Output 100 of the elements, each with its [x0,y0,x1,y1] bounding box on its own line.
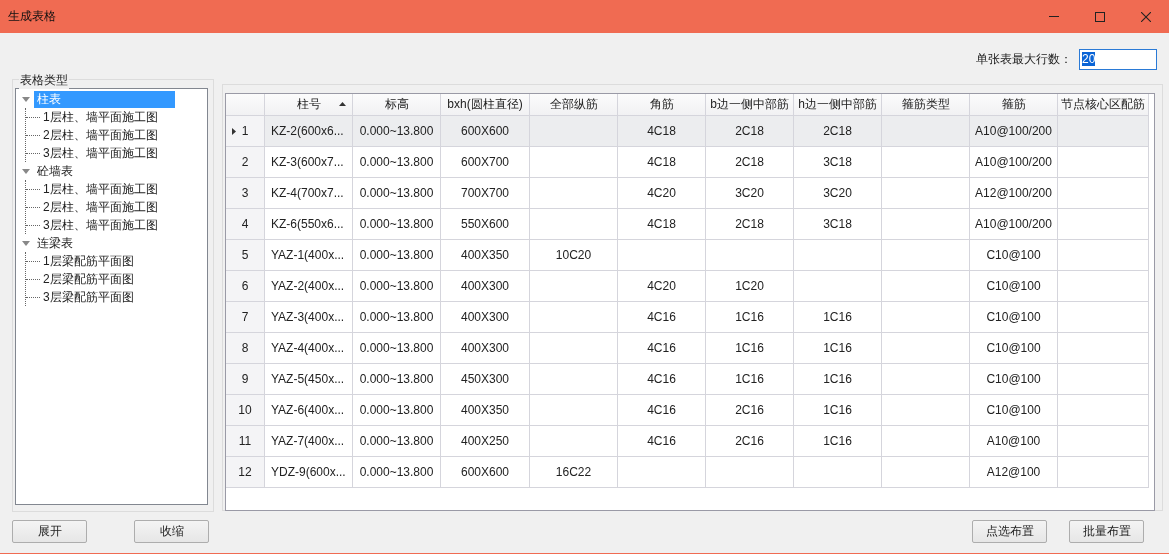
row-header[interactable]: 6 [226,271,265,302]
tree-item[interactable]: 3层柱、墙平面施工图 [40,144,161,162]
collapse-arrow-icon[interactable] [22,240,30,246]
close-icon[interactable] [1141,11,1151,22]
column-header[interactable]: 标高 [353,94,441,116]
table-cell: 600X600 [441,116,530,147]
table-cell: 450X300 [441,364,530,395]
table-cell: KZ-6(550x6... [265,209,353,240]
row-header[interactable]: 5 [226,240,265,271]
table-cell: 0.000~13.800 [353,395,441,426]
header-corner [226,94,265,116]
table-cell: KZ-4(700x7... [265,178,353,209]
table-cell: 1C16 [794,364,882,395]
table-cell: 3C20 [794,178,882,209]
table-cell: YAZ-7(400x... [265,426,353,457]
table-cell: 3C18 [794,147,882,178]
table-cell: 2C18 [706,209,794,240]
row-header[interactable]: 3 [226,178,265,209]
tree-item[interactable]: 1层柱、墙平面施工图 [40,108,161,126]
tree-item[interactable]: 1层柱、墙平面施工图 [40,180,161,198]
table-cell: 4C18 [618,116,706,147]
tree-item[interactable]: 3层柱、墙平面施工图 [40,216,161,234]
table-cell: 0.000~13.800 [353,271,441,302]
tree-item[interactable]: 2层柱、墙平面施工图 [40,126,161,144]
row-header[interactable]: 10 [226,395,265,426]
table-cell: 0.000~13.800 [353,457,441,488]
table-cell: 2C16 [706,395,794,426]
table-cell: A10@100/200 [970,116,1058,147]
header-label: 角筋 [649,96,674,113]
column-header[interactable]: 角筋 [618,94,706,116]
column-header[interactable]: bxh(圆柱直径) [441,94,530,116]
table-cell: YAZ-1(400x... [265,240,353,271]
table-cell: 400X250 [441,426,530,457]
push-button[interactable]: 展开 [12,520,87,543]
table-cell: C10@100 [970,240,1058,271]
table-cell: 0.000~13.800 [353,147,441,178]
table-cell: 0.000~13.800 [353,426,441,457]
push-button[interactable]: 批量布置 [1069,520,1144,543]
column-header[interactable]: b边一侧中部筋 [706,94,794,116]
row-number: 4 [241,217,249,231]
table-cell: 400X350 [441,395,530,426]
table-cell: A12@100 [970,457,1058,488]
table-cell: 4C20 [618,178,706,209]
push-button[interactable]: 点选布置 [972,520,1047,543]
table-cell: 1C16 [794,302,882,333]
table-cell: 2C18 [706,116,794,147]
header-label: 标高 [384,96,409,113]
column-header[interactable]: 全部纵筋 [530,94,618,116]
table-cell: 1C16 [794,333,882,364]
collapse-arrow-icon[interactable] [22,168,30,174]
table-cell: 0.000~13.800 [353,333,441,364]
table-cell: KZ-2(600x6... [265,116,353,147]
table-cell: 1C20 [706,271,794,302]
push-button[interactable]: 收缩 [134,520,209,543]
table-cell: A10@100 [970,426,1058,457]
tree-item[interactable]: 连梁表 [34,234,76,252]
table-cell: 400X300 [441,333,530,364]
row-header[interactable]: 8 [226,333,265,364]
header-label: bxh(圆柱直径) [447,96,523,113]
table-cell: 4C16 [618,333,706,364]
table-cell: 1C16 [794,395,882,426]
maximize-icon[interactable] [1095,11,1105,22]
tree-item[interactable]: 2层梁配筋平面图 [40,270,137,288]
row-header[interactable]: 12 [226,457,265,488]
column-header[interactable]: h边一侧中部筋 [794,94,882,116]
column-header[interactable]: 柱号 [265,94,353,116]
tree-item[interactable]: 3层梁配筋平面图 [40,288,137,306]
tree-item[interactable]: 2层柱、墙平面施工图 [40,198,161,216]
table-cell: YAZ-2(400x... [265,271,353,302]
tree-item[interactable]: 1层梁配筋平面图 [40,252,137,270]
row-number: 3 [241,186,249,200]
row-header[interactable]: 4 [226,209,265,240]
table-cell: 700X700 [441,178,530,209]
table-cell: 550X600 [441,209,530,240]
column-header[interactable]: 箍筋 [970,94,1058,116]
tree-item[interactable]: 砼墙表 [34,162,76,180]
table-cell: 1C16 [794,426,882,457]
table-cell: YDZ-9(600x... [265,457,353,488]
row-header[interactable]: 9 [226,364,265,395]
header-label: b边一侧中部筋 [710,96,789,113]
row-header[interactable]: 2 [226,147,265,178]
column-header[interactable]: 箍筋类型 [882,94,970,116]
input-field[interactable]: 20 [1079,48,1157,70]
row-header[interactable]: 11 [226,426,265,457]
table-cell: A10@100/200 [970,147,1058,178]
row-header[interactable]: 7 [226,302,265,333]
row-number: 9 [241,372,249,386]
row-number: 1 [241,124,249,138]
collapse-arrow-icon[interactable] [22,96,30,102]
window-title: 生成表格 [7,8,56,25]
table-cell: 10C20 [530,240,618,271]
table-cell: KZ-3(600x7... [265,147,353,178]
table-cell: 3C18 [794,209,882,240]
table-cell: 1C16 [706,333,794,364]
table-cell: 0.000~13.800 [353,116,441,147]
row-header[interactable]: 1 [226,116,265,147]
header-label: 全部纵筋 [549,96,598,113]
table-cell: 2C18 [794,116,882,147]
table-cell: 2C18 [706,147,794,178]
table-cell: 1C16 [706,364,794,395]
